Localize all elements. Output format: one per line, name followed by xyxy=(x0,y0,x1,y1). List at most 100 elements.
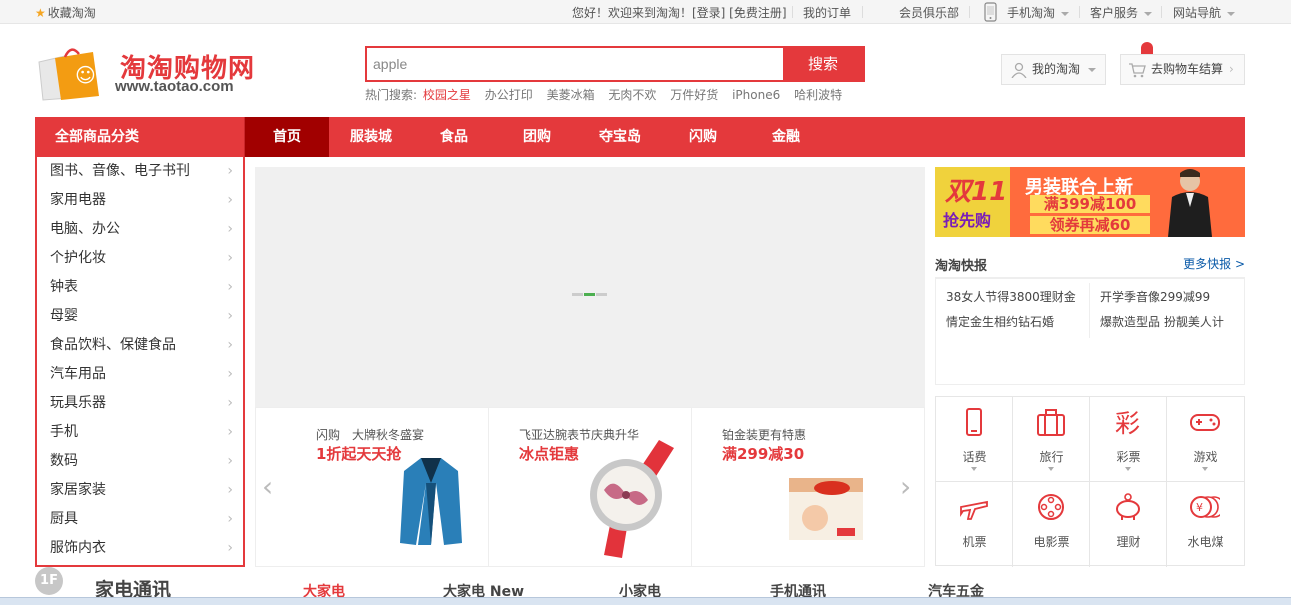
chevron-right-icon: › xyxy=(227,337,233,353)
hot-word[interactable]: 哈利波特 xyxy=(794,88,842,102)
chevron-right-icon: › xyxy=(227,308,233,324)
category-item[interactable]: 数码 › xyxy=(37,447,243,476)
chevron-down-icon xyxy=(1227,11,1236,16)
model-image xyxy=(1168,169,1212,237)
my-taotao-button[interactable]: 我的淘淘 xyxy=(1001,54,1106,85)
prev-arrow-icon[interactable]: ‹ xyxy=(262,470,273,503)
customer-service-menu[interactable]: 客户服务 xyxy=(1090,4,1153,21)
news-panel: 38女人节得3800理财金 情定金生相约钻石婚 开学季音像299减99 爆款造型… xyxy=(935,277,1245,385)
service-finance[interactable]: 理财 xyxy=(1090,482,1167,567)
chevron-right-icon: › xyxy=(227,221,233,237)
my-orders-link[interactable]: 我的订单 xyxy=(803,4,851,21)
promo-headline: 满299减30 xyxy=(722,445,805,463)
promo-headline: 1折起天天抢 xyxy=(316,445,402,463)
category-item[interactable]: 电脑、办公 › xyxy=(37,215,243,244)
hot-word[interactable]: 无肉不欢 xyxy=(608,88,656,102)
hot-word[interactable]: 美菱冰箱 xyxy=(547,88,595,102)
chevron-down-icon xyxy=(1202,467,1208,471)
member-club-link[interactable]: 会员俱乐部 xyxy=(899,4,959,21)
divider xyxy=(862,6,863,18)
quick-services-grid: 话费 旅行 彩 彩票 游戏 机票 电影票 理财 ¥ 水电煤 xyxy=(935,396,1245,567)
mobile-taotao-menu[interactable]: 手机淘淘 xyxy=(1007,4,1070,21)
nav-food[interactable]: 食品 xyxy=(412,117,496,157)
service-lottery[interactable]: 彩 彩票 xyxy=(1090,397,1167,482)
category-item[interactable]: 母婴 › xyxy=(37,302,243,331)
nav-clothing[interactable]: 服装城 xyxy=(329,117,413,157)
double11-ad-banner[interactable]: 双11 抢先购 男装联合上新 满399减100 领券再减60 xyxy=(935,167,1245,237)
news-item[interactable]: 情定金生相约钻石婚 xyxy=(946,310,1076,335)
hot-search-words: 热门搜索: 校园之星 办公打印 美菱冰箱 无肉不欢 万件好货 iPhone6 哈… xyxy=(365,86,852,103)
hot-search-label: 热门搜索: xyxy=(365,88,418,102)
hot-word[interactable]: 校园之星 xyxy=(423,88,471,102)
category-item[interactable]: 厨具 › xyxy=(37,505,243,534)
mobile-icon xyxy=(966,408,982,436)
site-logo[interactable]: ☺ 淘淘购物网 www.taotao.com xyxy=(35,40,300,104)
more-news-link[interactable]: 更多快报 > xyxy=(1183,255,1245,272)
news-title: 淘淘快报 xyxy=(935,259,988,274)
search-button[interactable]: 搜索 xyxy=(783,48,863,80)
airplane-icon xyxy=(960,500,988,520)
category-item[interactable]: 食品饮料、保健食品 › xyxy=(37,331,243,360)
category-item[interactable]: 钟表 › xyxy=(37,273,243,302)
category-item[interactable]: 家居家装 › xyxy=(37,476,243,505)
nav-group-buy[interactable]: 团购 xyxy=(495,117,579,157)
hot-word[interactable]: iPhone6 xyxy=(732,88,780,102)
news-item[interactable]: 爆款造型品 扮靓美人计 xyxy=(1100,310,1224,335)
next-arrow-icon[interactable]: › xyxy=(900,470,911,503)
category-list: 图书、音像、电子书刊 › 家用电器 › 电脑、办公 › 个护化妆 › 钟表 › 母婴 › 食… xyxy=(35,157,245,567)
chevron-right-icon: › xyxy=(227,482,233,498)
service-flights[interactable]: 机票 xyxy=(936,482,1013,567)
service-travel[interactable]: 旅行 xyxy=(1013,397,1090,482)
jacket-image xyxy=(400,458,462,545)
service-movie-tickets[interactable]: 电影票 xyxy=(1013,482,1090,567)
nav-flash-sale[interactable]: 闪购 xyxy=(661,117,745,157)
ad-presale-text: 抢先购 xyxy=(943,211,992,230)
promo-card[interactable]: 飞亚达腕表节庆典升华 冰点钜惠 xyxy=(489,408,692,566)
piggy-bank-icon xyxy=(1116,493,1140,520)
nav-finance[interactable]: 金融 xyxy=(744,117,828,157)
divider xyxy=(792,6,793,18)
news-item[interactable]: 38女人节得3800理财金 xyxy=(946,285,1076,310)
star-icon: ★ xyxy=(35,6,46,20)
main-banner-carousel[interactable] xyxy=(255,167,925,407)
search-box: 搜索 xyxy=(365,46,865,82)
nav-treasure-island[interactable]: 夺宝岛 xyxy=(578,117,662,157)
svg-text:¥: ¥ xyxy=(1196,501,1203,514)
service-phone-bill[interactable]: 话费 xyxy=(936,397,1013,482)
category-item[interactable]: 服饰内衣 › xyxy=(37,534,243,563)
chevron-right-icon: › xyxy=(227,395,233,411)
chevron-right-icon: › xyxy=(227,192,233,208)
site-navigation-menu[interactable]: 网站导航 xyxy=(1173,4,1236,21)
all-categories-button[interactable]: 全部商品分类 xyxy=(35,117,245,157)
nav-home[interactable]: 首页 xyxy=(245,117,329,157)
promo-card[interactable]: 铂金装更有特惠 满299减30 xyxy=(692,408,926,566)
hot-word[interactable]: 万件好货 xyxy=(670,88,718,102)
promo-card[interactable]: 闪购 大牌秋冬盛宴 1折起天天抢 xyxy=(256,408,489,566)
svg-text:☺: ☺ xyxy=(75,63,96,87)
service-utilities[interactable]: ¥ 水电煤 xyxy=(1167,482,1244,567)
greeting-login[interactable]: 您好！欢迎来到淘淘！[登录] [免费注册] xyxy=(572,4,787,21)
hot-word[interactable]: 办公打印 xyxy=(485,88,533,102)
chevron-right-icon: › xyxy=(227,279,233,295)
top-bar: ★ 收藏淘淘 您好！欢迎来到淘淘！[登录] [免费注册] 我的订单 会员俱乐部 手… xyxy=(0,0,1291,24)
category-item[interactable]: 手机 › xyxy=(37,418,243,447)
search-input[interactable] xyxy=(367,48,785,80)
service-games[interactable]: 游戏 xyxy=(1167,397,1244,482)
chevron-down-icon xyxy=(1144,11,1153,16)
user-icon xyxy=(1011,62,1027,78)
chevron-right-icon: › xyxy=(227,453,233,469)
checkout-cart-button[interactable]: 去购物车结算 › xyxy=(1120,54,1245,85)
category-item[interactable]: 玩具乐器 › xyxy=(37,389,243,418)
promo-strip: 闪购 大牌秋冬盛宴 1折起天天抢 飞亚达腕表节庆典升华 冰点钜惠 铂金装更有特惠… xyxy=(255,407,925,567)
chevron-right-icon: › xyxy=(227,511,233,527)
cart-icon xyxy=(1129,63,1146,78)
category-item[interactable]: 个护化妆 › xyxy=(37,244,243,273)
category-item[interactable]: 汽车用品 › xyxy=(37,360,243,389)
lottery-icon: 彩 xyxy=(1115,409,1140,437)
category-item[interactable]: 图书、音像、电子书刊 › xyxy=(37,157,243,186)
news-item[interactable]: 开学季音像299减99 xyxy=(1100,285,1224,310)
category-item[interactable]: 家用电器 › xyxy=(37,186,243,215)
favorite-link[interactable]: ★ 收藏淘淘 xyxy=(35,4,96,21)
promo-subtitle: 铂金装更有特惠 xyxy=(722,428,807,442)
chevron-down-icon xyxy=(1061,11,1070,16)
